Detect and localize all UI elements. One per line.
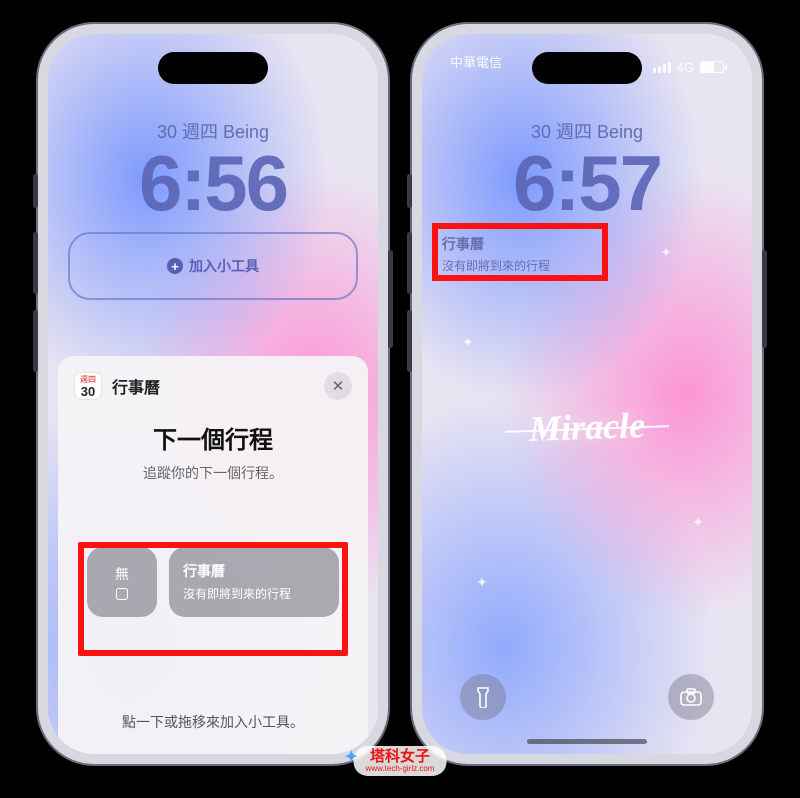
sparkle-icon: ✦ bbox=[660, 244, 672, 261]
sparkle-icon: ✦ bbox=[462, 334, 474, 351]
signal-icon bbox=[653, 62, 671, 73]
carrier-label: 中華電信 bbox=[450, 52, 502, 82]
screen-left: 30 週四 Being 6:56 + 加入小工具 週四 30 行事曆 ✕ 下一 bbox=[48, 34, 378, 754]
calendar-widget[interactable]: 行事曆 沒有即將到來的行程 bbox=[442, 234, 550, 274]
widget-preview-large[interactable]: 行事曆 沒有即將到來的行程 bbox=[169, 547, 339, 617]
lockscreen-time[interactable]: 6:57 bbox=[422, 138, 752, 229]
phone-left: 30 週四 Being 6:56 + 加入小工具 週四 30 行事曆 ✕ 下一 bbox=[38, 24, 388, 764]
widget-picker-sheet: 週四 30 行事曆 ✕ 下一個行程 追蹤你的下一個行程。 無 bbox=[58, 356, 368, 754]
dynamic-island bbox=[158, 52, 268, 84]
lockscreen-time[interactable]: 6:56 bbox=[48, 138, 378, 229]
sheet-subtitle: 追蹤你的下一個行程。 bbox=[74, 463, 352, 483]
sheet-app-name: 行事曆 bbox=[112, 374, 160, 398]
sheet-hint: 點一下或拖移來加入小工具。 bbox=[58, 712, 368, 732]
calendar-app-icon: 週四 30 bbox=[74, 372, 102, 400]
screen-right: 中華電信 4G 30 週四 Being 6:57 行事曆 沒有即將到來的行程 ✦… bbox=[422, 34, 752, 754]
network-label: 4G bbox=[677, 60, 694, 75]
flashlight-icon bbox=[474, 686, 492, 708]
camera-button[interactable] bbox=[668, 674, 714, 720]
wallpaper-text: Miracle bbox=[528, 404, 645, 450]
home-indicator[interactable] bbox=[527, 739, 647, 744]
widget-preview-small[interactable]: 無 bbox=[87, 547, 157, 617]
close-button[interactable]: ✕ bbox=[324, 372, 352, 400]
phone-right: 中華電信 4G 30 週四 Being 6:57 行事曆 沒有即將到來的行程 ✦… bbox=[412, 24, 762, 764]
sparkle-icon: ✦ bbox=[345, 749, 358, 767]
close-icon: ✕ bbox=[332, 377, 345, 395]
mute-switch bbox=[407, 174, 412, 208]
dynamic-island bbox=[532, 52, 642, 84]
add-widget-label: 加入小工具 bbox=[189, 256, 259, 276]
power-button bbox=[388, 250, 393, 348]
sheet-title: 下一個行程 bbox=[74, 420, 352, 455]
sparkle-icon: ✦ bbox=[476, 574, 488, 591]
volume-down-button bbox=[407, 310, 412, 372]
watermark: ✦ 塔科女子 www.tech-girlz.com bbox=[354, 746, 447, 776]
camera-icon bbox=[680, 688, 702, 706]
volume-up-button bbox=[33, 232, 38, 294]
calendar-icon bbox=[116, 588, 128, 600]
volume-down-button bbox=[33, 310, 38, 372]
sparkle-icon: ✦ bbox=[692, 514, 704, 531]
battery-icon bbox=[700, 61, 724, 73]
plus-icon: + bbox=[167, 258, 183, 274]
mute-switch bbox=[33, 174, 38, 208]
add-widget-button[interactable]: + 加入小工具 bbox=[68, 232, 358, 300]
volume-up-button bbox=[407, 232, 412, 294]
flashlight-button[interactable] bbox=[460, 674, 506, 720]
power-button bbox=[762, 250, 767, 348]
